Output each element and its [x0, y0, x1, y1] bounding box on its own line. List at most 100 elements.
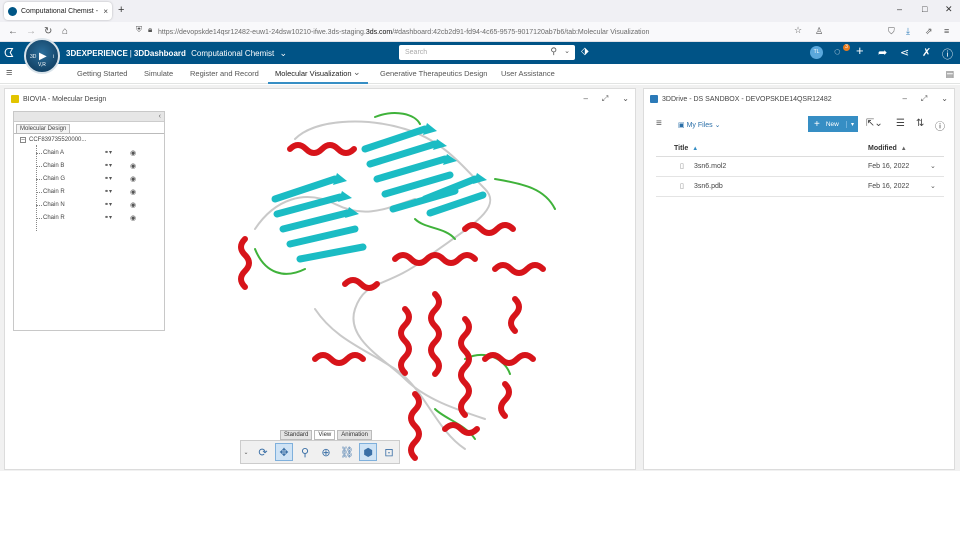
row-chevron-down-icon[interactable]: ⌄ [930, 162, 936, 170]
sort-icon[interactable]: ⇅ [916, 118, 924, 129]
active-tab-indicator [268, 82, 368, 84]
chain-link-icon[interactable]: ⚭▾ [104, 188, 112, 195]
toolbar-chevron-icon[interactable]: ⌄ [241, 449, 251, 456]
my-files-dropdown[interactable]: ▣ My Files ⌄ [678, 121, 720, 129]
avatar[interactable]: TL [810, 46, 823, 59]
file-name[interactable]: 3sn6.pdb [694, 183, 723, 190]
tools-icon[interactable]: ✗ [922, 46, 931, 59]
new-button[interactable]: + New ▾ [808, 116, 858, 132]
minimize-window-button[interactable]: – [897, 4, 902, 14]
selection-mode-icon[interactable]: ⇱⌄ [866, 118, 883, 129]
visibility-eye-icon[interactable]: ◉ [130, 162, 136, 170]
tab-molecular-visualization[interactable]: Molecular Visualization [275, 69, 352, 78]
visibility-eye-icon[interactable]: ◉ [130, 201, 136, 209]
tab-simulate[interactable]: Simulate [144, 69, 173, 78]
drive-menu-icon[interactable]: ≡ [656, 118, 662, 129]
close-window-button[interactable]: ✕ [945, 4, 953, 15]
notifications-icon[interactable]: ◌ [834, 46, 841, 58]
help-icon[interactable]: ⓘ [942, 46, 953, 62]
tab-user-assistance[interactable]: User Assistance [501, 69, 555, 78]
tab-chevron-down-icon[interactable]: ⌄ [353, 67, 361, 78]
browser-tab[interactable]: Computational Chemist - Mol × [4, 2, 112, 20]
search-icon[interactable]: ⚲ [550, 46, 557, 57]
tab-register-and-record[interactable]: Register and Record [190, 69, 259, 78]
brand-3dexperience: 3DEXPERIENCE [66, 49, 128, 58]
tab-standard[interactable]: Standard [280, 430, 313, 440]
widget-menu-chevron-icon[interactable]: ⌄ [941, 94, 948, 104]
visibility-eye-icon[interactable]: ◉ [130, 188, 136, 196]
column-modified[interactable]: Modified ▲ [868, 145, 907, 152]
share-network-icon[interactable]: ⋖ [900, 46, 909, 59]
visibility-eye-icon[interactable]: ◉ [130, 149, 136, 157]
share-arrow-icon[interactable]: ➦ [878, 46, 887, 59]
maximize-window-button[interactable]: □ [922, 4, 927, 14]
widget-title: BIOVIA - Molecular Design [23, 95, 107, 103]
search-chevron-down-icon[interactable]: ⌄ [564, 47, 570, 55]
pan-icon[interactable]: ✥ [275, 443, 293, 461]
chain-link-icon[interactable]: ⚭▾ [104, 201, 112, 208]
bookmark-star-icon[interactable]: ☆ [794, 25, 802, 36]
tree-collapse-toggle[interactable]: – [20, 137, 26, 143]
tab-view[interactable]: View [314, 430, 336, 440]
collapse-panel-icon[interactable]: ‹ [159, 113, 161, 120]
dashboard-menu-icon[interactable]: ≡ [6, 67, 12, 79]
add-icon[interactable]: + [856, 43, 864, 58]
compass-button[interactable]: 3D ▶ i V,R [24, 38, 60, 74]
maximize-widget-icon[interactable]: ⤢ [602, 94, 608, 104]
tab-getting-started[interactable]: Getting Started [77, 69, 127, 78]
new-dropdown-icon[interactable]: ▾ [845, 120, 858, 128]
tab-generative-therapeutics-design[interactable]: Generative Therapeutics Design [380, 69, 487, 78]
molecule-3d-viewport[interactable] [165, 109, 635, 465]
chain-link-icon[interactable]: ⚭▾ [104, 214, 112, 221]
pocket-icon[interactable]: ⛉ [888, 26, 895, 37]
forward-icon[interactable]: → [26, 26, 36, 37]
brand-chevron-down-icon[interactable]: ⌄ [280, 48, 288, 58]
widget-menu-chevron-icon[interactable]: ⌄ [622, 94, 629, 104]
tracking-shield-icon[interactable]: ⛨ [136, 25, 142, 35]
column-title[interactable]: Title ▲ [674, 145, 698, 152]
molecule-tree-panel: ‹ Molecular Design – CCF8397355200​00... … [13, 111, 165, 331]
new-tab-button[interactable]: + [118, 4, 124, 16]
info-icon[interactable]: ⓘ [935, 118, 945, 133]
search-input[interactable]: Search ⚲ ⌄ [399, 45, 575, 60]
home-icon[interactable]: ⌂ [62, 26, 68, 37]
tab-molecular-design[interactable]: Molecular Design [16, 124, 71, 133]
tag-icon[interactable]: ⬗ [581, 46, 589, 57]
minimize-widget-icon[interactable]: – [902, 94, 906, 104]
chain-link-icon[interactable]: ⚭▾ [104, 162, 112, 169]
lock-icon[interactable]: 🔒︎ [148, 25, 152, 35]
url-bar[interactable]: ⛨ 🔒︎ https://devopskde14qsr12482-euw1-24… [136, 25, 802, 39]
extensions-icon[interactable]: ⇗ [925, 26, 933, 37]
reload-icon[interactable]: ↻ [44, 26, 52, 37]
row-chevron-down-icon[interactable]: ⌄ [930, 182, 936, 190]
account-icon[interactable]: ♙ [815, 26, 823, 37]
fit-all-icon[interactable]: ⊡ [380, 443, 398, 461]
tab-animation[interactable]: Animation [337, 430, 372, 440]
favicon-icon [8, 6, 17, 16]
chain-link-icon[interactable]: ⚭▾ [104, 149, 112, 156]
chain-link-icon[interactable]: ⚭▾ [104, 175, 112, 182]
zoom-area-icon[interactable]: ⚲ [296, 443, 314, 461]
chat-icon[interactable]: ▤ [945, 69, 954, 80]
back-icon[interactable]: ← [8, 26, 18, 37]
close-tab-icon[interactable]: × [103, 7, 108, 16]
browser-menu-icon[interactable]: ≡ [944, 26, 949, 36]
link-icon[interactable]: ⛓ [338, 443, 356, 461]
cube-view-icon[interactable]: ⬢ [359, 443, 377, 461]
visibility-eye-icon[interactable]: ◉ [130, 214, 136, 222]
list-view-icon[interactable]: ☰ [896, 118, 905, 129]
tree-root-node[interactable]: – CCF8397355200​00... [20, 137, 86, 143]
file-name[interactable]: 3sn6.mol2 [694, 163, 726, 170]
table-row[interactable]: ▯ 3sn6.mol2 Feb 16, 2022 ⌄ [656, 157, 944, 177]
minimize-widget-icon[interactable]: – [583, 94, 587, 104]
app-brand[interactable]: 3DEXPERIENCE | 3DDashboard Computational C… [66, 48, 287, 59]
visibility-eye-icon[interactable]: ◉ [130, 175, 136, 183]
rotate-icon[interactable]: ⟳ [254, 443, 272, 461]
compass-south-label: V,R [38, 62, 46, 68]
zoom-icon[interactable]: ⊕ [317, 443, 335, 461]
downloads-icon[interactable]: ⤓ [906, 26, 910, 37]
table-row[interactable]: ▯ 3sn6.pdb Feb 16, 2022 ⌄ [656, 177, 944, 197]
files-table: Title ▲ Modified ▲ ▯ 3sn6.mol2 Feb 16, 202… [656, 143, 944, 197]
plus-icon: + [814, 118, 820, 130]
maximize-widget-icon[interactable]: ⤢ [921, 94, 927, 104]
